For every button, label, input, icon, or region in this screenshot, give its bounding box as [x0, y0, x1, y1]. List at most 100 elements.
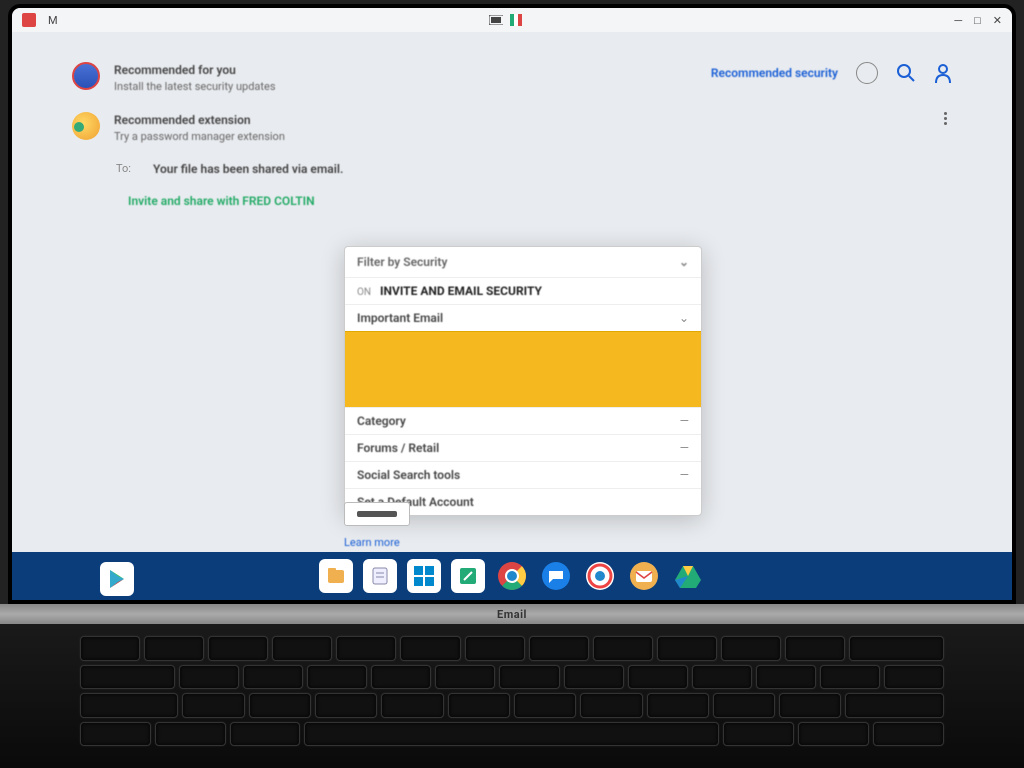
screen-bezel: M ─ □ ✕ [8, 4, 1016, 604]
to-text: Your file has been shared via email. [153, 162, 343, 176]
recommendation-sub: Install the latest security updates [114, 79, 697, 94]
chevron-down-icon: ⌄ [679, 255, 689, 269]
menubar-label: M [48, 14, 58, 27]
panel-row-label: Category [357, 414, 406, 428]
key [179, 665, 239, 690]
panel-row-main[interactable]: ON INVITE AND EMAIL SECURITY [345, 277, 701, 304]
panel-highlight-area[interactable] [345, 331, 701, 407]
key [820, 665, 880, 690]
key [692, 665, 752, 690]
key [144, 636, 204, 661]
recommendation-text: Recommended for you Install the latest s… [114, 62, 697, 94]
laptop-frame: M ─ □ ✕ [0, 0, 1024, 768]
window-maximize-icon[interactable]: □ [974, 14, 981, 27]
laptop-hinge: Email [0, 604, 1024, 624]
invite-link[interactable]: Invite and share with FRED COLTIN [128, 194, 315, 208]
menubar-center [489, 13, 523, 27]
key [657, 636, 717, 661]
panel-header[interactable]: Filter by Security ⌄ [345, 247, 701, 277]
chrome-icon[interactable] [495, 559, 529, 593]
row-right-actions-2 [938, 112, 952, 125]
key [884, 665, 944, 690]
key [208, 636, 268, 661]
window-minimize-icon[interactable]: ─ [954, 14, 962, 27]
dash-icon: — [680, 441, 689, 455]
brand-label: Email [497, 608, 527, 621]
taskbar-left [100, 562, 134, 596]
messages-icon[interactable] [539, 559, 573, 593]
key [564, 665, 624, 690]
files-icon[interactable] [319, 559, 353, 593]
panel-row-social[interactable]: Social Search tools — [345, 461, 701, 488]
key [593, 636, 653, 661]
panel-row-important[interactable]: Important Email ⌄ [345, 304, 701, 331]
key [307, 665, 367, 690]
menubar-left: M [22, 13, 58, 27]
search-icon[interactable] [896, 63, 916, 83]
browser-icon[interactable] [583, 559, 617, 593]
learn-more-link[interactable]: Learn more [344, 536, 410, 549]
play-store-icon[interactable] [100, 562, 134, 596]
panel-row-main-label: INVITE AND EMAIL SECURITY [380, 284, 542, 298]
key [272, 636, 332, 661]
panel-row-forums[interactable]: Forums / Retail — [345, 434, 701, 461]
key [400, 636, 460, 661]
key [243, 665, 303, 690]
key [873, 722, 944, 747]
submit-button[interactable] [344, 502, 410, 526]
person-icon[interactable] [934, 63, 952, 83]
key [230, 722, 301, 747]
key [182, 693, 244, 718]
panel-row-small: ON [357, 287, 371, 298]
windows-icon[interactable] [407, 559, 441, 593]
below-panel: Learn more [344, 502, 410, 549]
key [499, 665, 559, 690]
chevron-down-icon: ⌄ [679, 311, 689, 325]
kebab-menu-icon[interactable] [938, 112, 952, 125]
menubar-right: ─ □ ✕ [954, 14, 1002, 27]
key [647, 693, 709, 718]
panel-row-label: Forums / Retail [357, 441, 439, 455]
recommendation-text-2: Recommended extension Try a password man… [114, 112, 924, 144]
mail-icon[interactable] [627, 559, 661, 593]
key [785, 636, 845, 661]
filter-panel: Filter by Security ⌄ ON INVITE AND EMAIL… [344, 246, 702, 516]
key [779, 693, 841, 718]
recommendation-row-2: Recommended extension Try a password man… [72, 112, 952, 144]
key [713, 693, 775, 718]
recommendation-row-1: Recommended for you Install the latest s… [72, 62, 952, 94]
dash-icon: — [680, 468, 689, 482]
key [336, 636, 396, 661]
to-label: To: [116, 162, 131, 175]
panel-row-label: Social Search tools [357, 468, 460, 482]
notes-icon[interactable] [363, 559, 397, 593]
key [381, 693, 443, 718]
drive-icon[interactable] [671, 559, 705, 593]
main-content: Recommended for you Install the latest s… [12, 32, 1012, 552]
key [798, 722, 869, 747]
key [155, 722, 226, 747]
key [723, 722, 794, 747]
recommendation-title-2: Recommended extension [114, 112, 924, 129]
screen: M ─ □ ✕ [12, 8, 1012, 600]
key [315, 693, 377, 718]
panel-row-category[interactable]: Category — [345, 407, 701, 434]
key [628, 665, 688, 690]
app-icon [22, 13, 36, 27]
key [580, 693, 642, 718]
key [514, 693, 576, 718]
invite-link-row: Invite and share with FRED COLTIN [128, 194, 952, 208]
recommendation-title: Recommended for you [114, 62, 697, 79]
keyboard [80, 636, 944, 746]
window-close-icon[interactable]: ✕ [993, 14, 1002, 27]
taskbar [12, 552, 1012, 600]
security-link[interactable]: Recommended security [711, 66, 838, 80]
key [80, 722, 151, 747]
shield-avatar-icon [72, 62, 100, 90]
to-row: To: Your file has been shared via email. [116, 162, 952, 176]
edit-icon[interactable] [451, 559, 485, 593]
key [435, 665, 495, 690]
key [371, 665, 431, 690]
circle-button[interactable] [856, 62, 878, 84]
key [845, 693, 943, 718]
